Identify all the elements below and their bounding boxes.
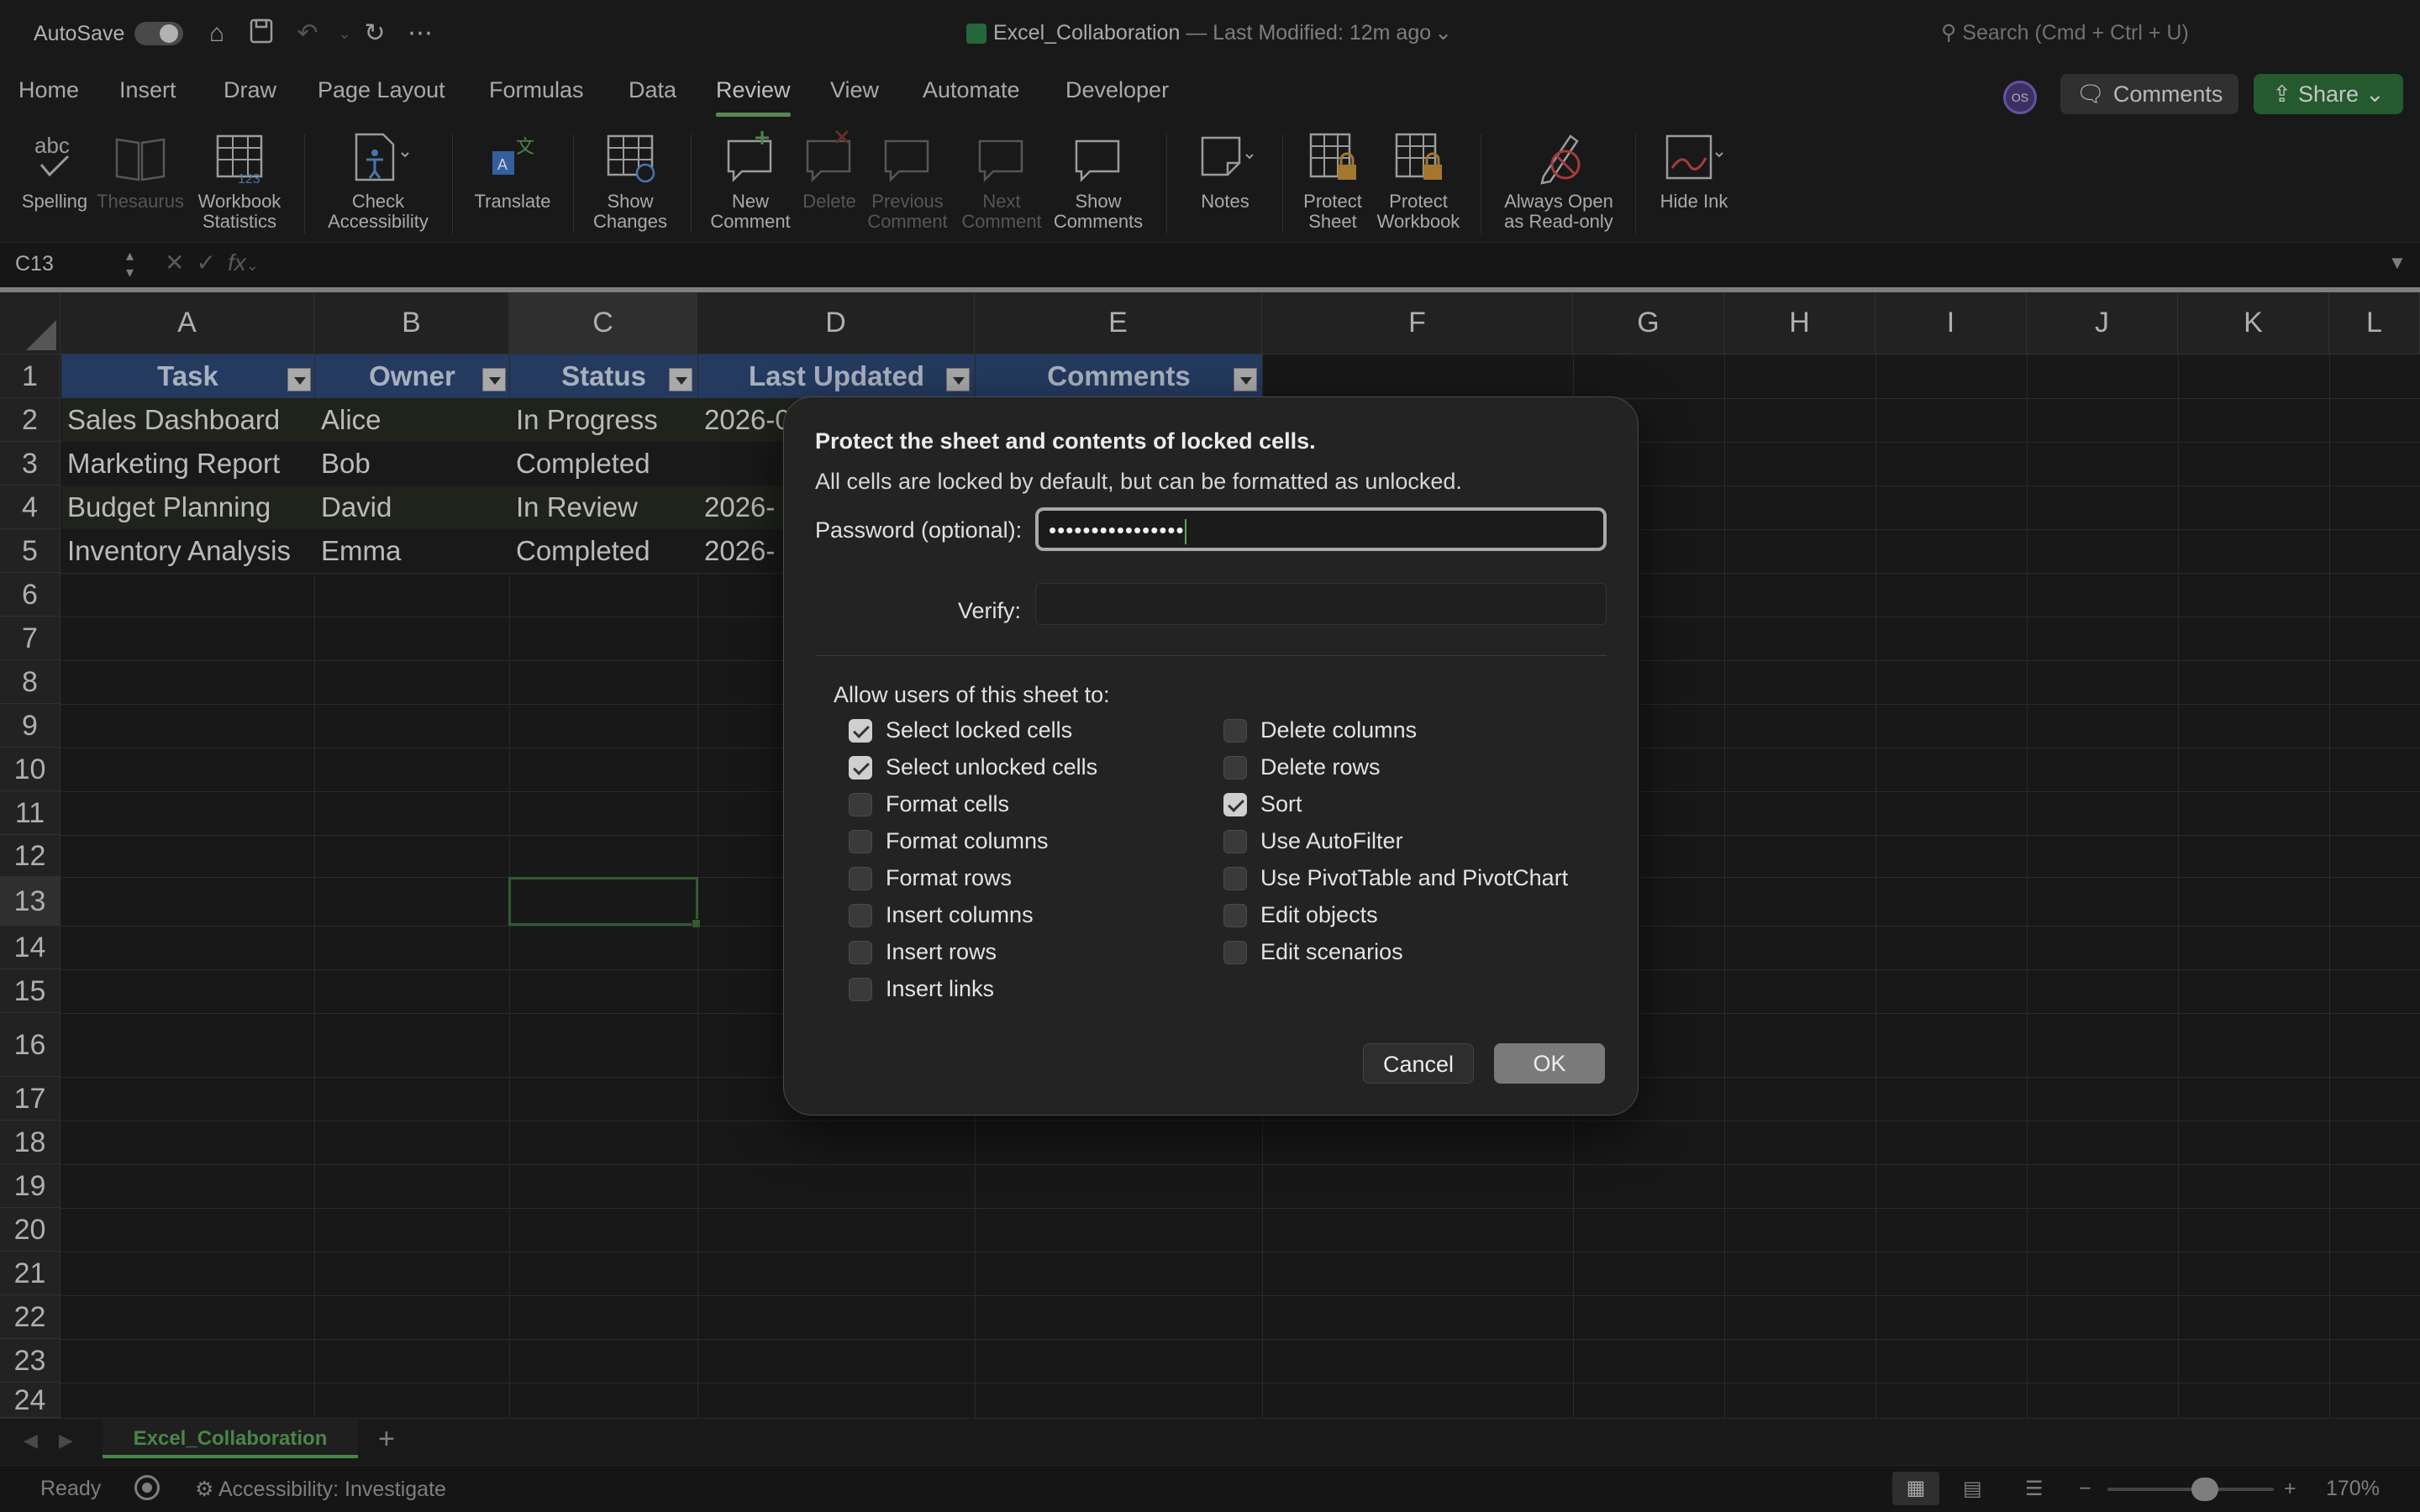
text-caret — [1184, 519, 1186, 545]
checkbox-use-pivottable-and-pivotchart[interactable] — [1223, 867, 1247, 890]
checkbox-label[interactable]: Format rows — [886, 865, 1012, 891]
checkbox-label[interactable]: Format columns — [886, 828, 1049, 854]
dialog-subtitle: All cells are locked by default, but can… — [815, 469, 1462, 494]
allow-users-label: Allow users of this sheet to: — [834, 682, 1110, 707]
checkbox-label[interactable]: Delete columns — [1260, 717, 1417, 743]
cancel-button[interactable]: Cancel — [1363, 1043, 1474, 1084]
verify-password-field[interactable] — [1035, 583, 1607, 625]
checkbox-format-rows[interactable] — [849, 867, 872, 890]
checkbox-label[interactable]: Insert columns — [886, 902, 1034, 928]
checkbox-label[interactable]: Use PivotTable and PivotChart — [1260, 865, 1568, 891]
checkbox-select-locked-cells[interactable] — [849, 719, 872, 743]
checkbox-label[interactable]: Delete rows — [1260, 754, 1381, 780]
password-field[interactable]: •••••••••••••••• — [1035, 507, 1607, 551]
checkbox-label[interactable]: Insert links — [886, 976, 994, 1002]
checkbox-format-columns[interactable] — [849, 830, 872, 853]
checkbox-insert-columns[interactable] — [849, 904, 872, 927]
password-value: •••••••••••••••• — [1049, 517, 1185, 543]
checkbox-label[interactable]: Sort — [1260, 791, 1302, 817]
verify-label: Verify: — [958, 598, 1022, 623]
checkbox-insert-links[interactable] — [849, 978, 872, 1001]
checkbox-label[interactable]: Select locked cells — [886, 717, 1072, 743]
ok-button[interactable]: OK — [1494, 1043, 1605, 1084]
dialog-divider — [815, 655, 1607, 656]
checkbox-label[interactable]: Edit objects — [1260, 902, 1378, 928]
checkbox-label[interactable]: Edit scenarios — [1260, 939, 1403, 965]
checkbox-label[interactable]: Use AutoFilter — [1260, 828, 1403, 854]
checkbox-select-unlocked-cells[interactable] — [849, 756, 872, 780]
checkbox-format-cells[interactable] — [849, 793, 872, 816]
checkbox-use-autofilter[interactable] — [1223, 830, 1247, 853]
dialog-title: Protect the sheet and contents of locked… — [815, 428, 1316, 454]
checkbox-edit-objects[interactable] — [1223, 904, 1247, 927]
checkbox-label[interactable]: Insert rows — [886, 939, 997, 965]
checkbox-insert-rows[interactable] — [849, 941, 872, 964]
checkbox-label[interactable]: Format cells — [886, 791, 1009, 817]
checkbox-delete-rows[interactable] — [1223, 756, 1247, 780]
checkbox-label[interactable]: Select unlocked cells — [886, 754, 1097, 780]
checkbox-edit-scenarios[interactable] — [1223, 941, 1247, 964]
password-label: Password (optional): — [815, 517, 1023, 543]
checkbox-sort[interactable] — [1223, 793, 1247, 816]
checkbox-delete-columns[interactable] — [1223, 719, 1247, 743]
